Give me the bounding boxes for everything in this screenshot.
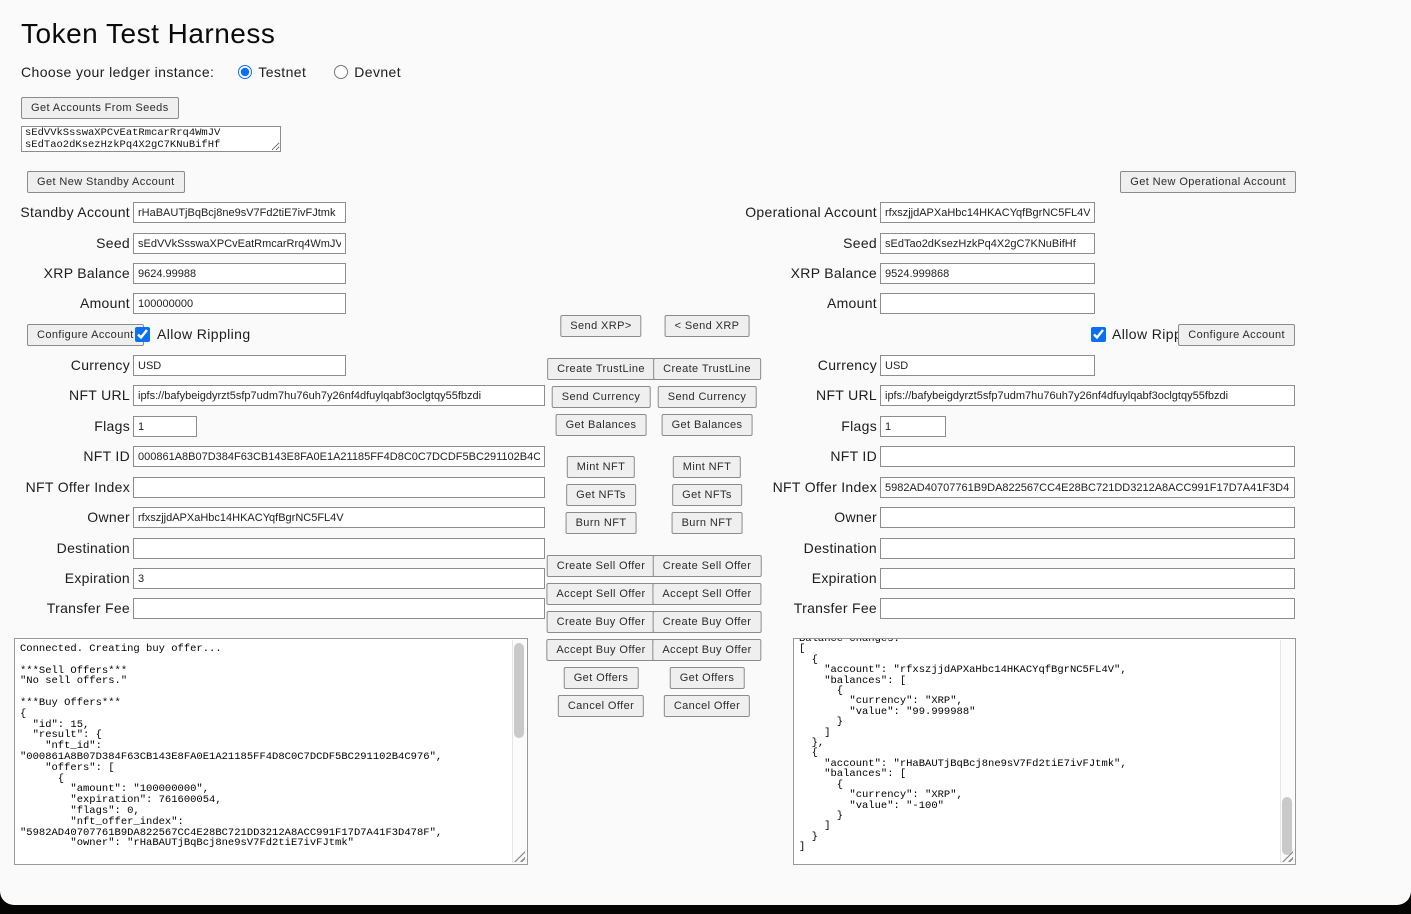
operational-allow-rippling-checkbox[interactable] — [1091, 327, 1106, 342]
standby-nft-url-input[interactable] — [133, 385, 545, 406]
standby-send-currency-button[interactable]: Send Currency — [552, 386, 651, 408]
operational-currency-input[interactable] — [880, 355, 1095, 376]
standby-results-text: Connected. Creating buy offer... ***Sell… — [15, 639, 527, 851]
operational-transfer-fee-input[interactable] — [880, 598, 1295, 619]
standby-xrp-balance-label: XRP Balance — [0, 263, 130, 284]
operational-nft-offer-index-input[interactable] — [880, 477, 1295, 498]
standby-destination-input[interactable] — [133, 538, 545, 559]
standby-results-console[interactable]: Connected. Creating buy offer... ***Sell… — [14, 638, 528, 865]
operational-expiration-input[interactable] — [880, 568, 1295, 589]
operational-results-console[interactable]: Balance changes: [ { "account": "rfxszjj… — [793, 638, 1296, 865]
operational-get-offers-button[interactable]: Get Offers — [670, 667, 745, 689]
standby-nft-id-input[interactable] — [133, 446, 545, 467]
standby-mint-nft-button[interactable]: Mint NFT — [567, 456, 635, 478]
operational-nft-id-input[interactable] — [880, 446, 1295, 467]
operational-transfer-fee-label: Transfer Fee — [700, 598, 877, 619]
standby-xrp-balance-input[interactable] — [133, 263, 346, 284]
operational-destination-label: Destination — [700, 538, 877, 559]
standby-get-balances-button[interactable]: Get Balances — [556, 414, 647, 436]
operational-currency-label: Currency — [700, 355, 877, 376]
standby-nft-url-label: NFT URL — [0, 385, 130, 406]
operational-seed-input[interactable] — [880, 233, 1095, 254]
operational-expiration-label: Expiration — [700, 568, 877, 589]
standby-amount-label: Amount — [0, 293, 130, 314]
get-accounts-from-seeds-button[interactable]: Get Accounts From Seeds — [21, 97, 179, 119]
standby-create-buy-offer-button[interactable]: Create Buy Offer — [547, 611, 656, 633]
ledger-instance-label: Choose your ledger instance: — [21, 64, 214, 80]
operational-account-label: Operational Account — [700, 202, 877, 223]
operational-nft-offer-index-label: NFT Offer Index — [700, 477, 877, 498]
operational-accept-buy-offer-button[interactable]: Accept Buy Offer — [652, 639, 761, 661]
scrollbar-thumb[interactable] — [1282, 797, 1292, 855]
standby-flags-input[interactable] — [133, 416, 197, 437]
operational-amount-label: Amount — [700, 293, 877, 314]
seeds-textarea[interactable]: sEdVVkSsswaXPCvEatRmcarRrq4WmJV sEdTao2d… — [21, 126, 281, 152]
standby-console-scrollbar[interactable] — [512, 640, 526, 863]
standby-amount-input[interactable] — [133, 293, 346, 314]
standby-allow-rippling-checkbox[interactable] — [135, 327, 150, 342]
standby-account-label: Standby Account — [0, 202, 130, 223]
operational-owner-label: Owner — [700, 507, 877, 528]
standby-seed-input[interactable] — [133, 233, 346, 254]
standby-account-input[interactable] — [133, 202, 346, 223]
standby-create-trustline-button[interactable]: Create TrustLine — [547, 358, 655, 380]
devnet-radio[interactable] — [334, 65, 348, 79]
standby-destination-label: Destination — [0, 538, 130, 559]
token-test-harness-page: Token Test Harness Choose your ledger in… — [0, 0, 1411, 905]
standby-flags-label: Flags — [0, 416, 130, 437]
standby-create-sell-offer-button[interactable]: Create Sell Offer — [547, 555, 656, 577]
operational-owner-input[interactable] — [880, 507, 1295, 528]
operational-cancel-offer-button[interactable]: Cancel Offer — [664, 695, 750, 717]
scrollbar-thumb[interactable] — [514, 643, 524, 738]
testnet-radio[interactable] — [238, 65, 252, 79]
operational-console-scrollbar[interactable] — [1280, 640, 1294, 863]
operational-flags-label: Flags — [700, 416, 877, 437]
get-new-standby-account-button[interactable]: Get New Standby Account — [27, 171, 185, 193]
page-title: Token Test Harness — [21, 18, 275, 50]
operational-nft-url-label: NFT URL — [700, 385, 877, 406]
standby-currency-label: Currency — [0, 355, 130, 376]
standby-nft-id-label: NFT ID — [0, 446, 130, 467]
standby-expiration-label: Expiration — [0, 568, 130, 589]
standby-accept-buy-offer-button[interactable]: Accept Buy Offer — [546, 639, 655, 661]
operational-results-text: Balance changes: [ { "account": "rfxszjj… — [794, 638, 1295, 855]
standby-transfer-fee-input[interactable] — [133, 598, 545, 619]
operational-seed-label: Seed — [700, 233, 877, 254]
standby-configure-account-button[interactable]: Configure Account — [27, 324, 144, 346]
operational-nft-url-input[interactable] — [880, 385, 1295, 406]
standby-accept-sell-offer-button[interactable]: Accept Sell Offer — [546, 583, 655, 605]
standby-owner-input[interactable] — [133, 507, 545, 528]
operational-account-input[interactable] — [880, 202, 1095, 223]
standby-currency-input[interactable] — [133, 355, 346, 376]
standby-owner-label: Owner — [0, 507, 130, 528]
operational-nft-id-label: NFT ID — [700, 446, 877, 467]
standby-burn-nft-button[interactable]: Burn NFT — [566, 512, 637, 534]
operational-amount-input[interactable] — [880, 293, 1095, 314]
standby-nft-offer-index-label: NFT Offer Index — [0, 477, 130, 498]
testnet-radio-label: Testnet — [258, 64, 306, 80]
operational-xrp-balance-label: XRP Balance — [700, 263, 877, 284]
standby-cancel-offer-button[interactable]: Cancel Offer — [558, 695, 644, 717]
standby-transfer-fee-label: Transfer Fee — [0, 598, 130, 619]
operational-flags-input[interactable] — [880, 416, 946, 437]
standby-get-offers-button[interactable]: Get Offers — [564, 667, 639, 689]
operational-xrp-balance-input[interactable] — [880, 263, 1095, 284]
standby-expiration-input[interactable] — [133, 568, 545, 589]
standby-allow-rippling-label: Allow Rippling — [157, 324, 251, 345]
get-new-operational-account-button[interactable]: Get New Operational Account — [1120, 171, 1296, 193]
devnet-radio-label: Devnet — [354, 64, 401, 80]
ledger-instance-chooser: Choose your ledger instance: Testnet Dev… — [21, 64, 429, 80]
standby-seed-label: Seed — [0, 233, 130, 254]
standby-nft-offer-index-input[interactable] — [133, 477, 545, 498]
operational-send-xrp-button[interactable]: < Send XRP — [665, 315, 750, 337]
standby-get-nfts-button[interactable]: Get NFTs — [566, 484, 636, 506]
operational-destination-input[interactable] — [880, 538, 1295, 559]
standby-send-xrp-button[interactable]: Send XRP> — [560, 315, 641, 337]
operational-configure-account-button[interactable]: Configure Account — [1178, 324, 1295, 346]
